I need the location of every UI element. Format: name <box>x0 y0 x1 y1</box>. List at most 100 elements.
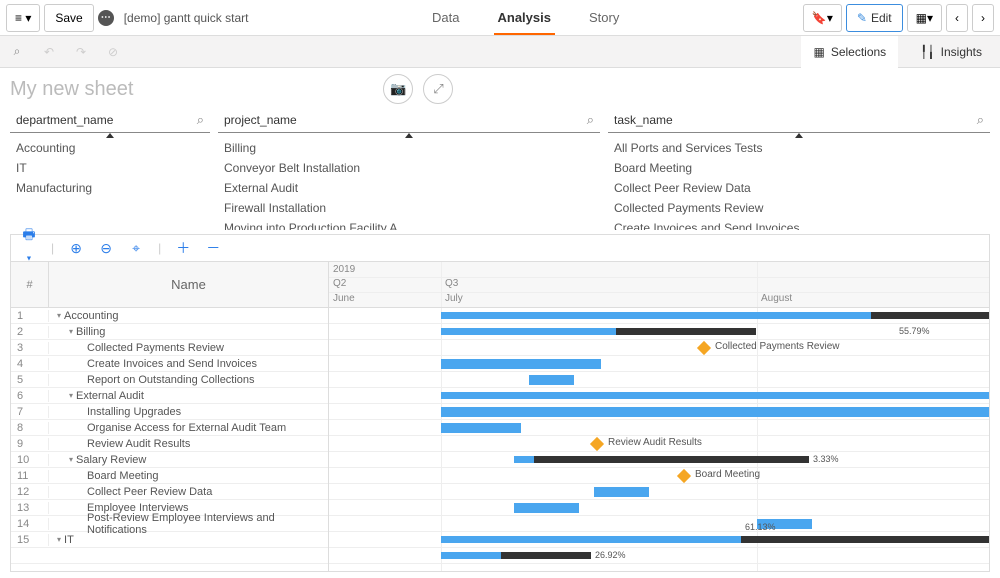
sheet-title[interactable]: My new sheet <box>10 78 133 101</box>
bookmark-button[interactable]: 🔖▾ <box>803 4 842 32</box>
table-row[interactable]: 1▾Accounting <box>11 308 328 324</box>
view-tabs: Data Analysis Story <box>428 0 623 35</box>
list-item[interactable]: Conveyor Belt Installation <box>218 158 600 178</box>
list-item[interactable]: Billing <box>218 138 600 158</box>
table-row[interactable]: 12Collect Peer Review Data <box>11 484 328 500</box>
zoom-fit-icon[interactable]: ⌖ <box>128 240 144 257</box>
row-num: 3 <box>11 342 49 354</box>
list-item[interactable]: Firewall Installation <box>218 198 600 218</box>
filter-task-header[interactable]: task_name ⌕ <box>608 108 990 133</box>
task-bar[interactable] <box>594 487 649 497</box>
timeline-q2: Q2 <box>329 278 346 289</box>
step-forward-icon[interactable]: ↷ <box>70 41 92 63</box>
table-row[interactable]: 9Review Audit Results <box>11 436 328 452</box>
tab-data[interactable]: Data <box>428 0 463 35</box>
caret-icon: ▾ <box>57 311 61 320</box>
edit-button[interactable]: ✎Edit <box>846 4 903 32</box>
list-item[interactable]: IT <box>10 158 210 178</box>
filters-row: department_name ⌕ Accounting IT Manufact… <box>10 108 990 230</box>
row-num: 7 <box>11 406 49 418</box>
row-name: Post-Review Employee Interviews and Noti… <box>49 512 328 536</box>
row-num: 5 <box>11 374 49 386</box>
step-back-icon[interactable]: ↶ <box>38 41 60 63</box>
milestone-icon <box>590 437 604 451</box>
table-row[interactable]: 10▾Salary Review <box>11 452 328 468</box>
zoom-in-icon[interactable]: ⊕ <box>68 240 84 257</box>
save-button[interactable]: Save <box>44 4 93 32</box>
row-name: ▾External Audit <box>49 390 328 402</box>
table-row[interactable]: 15▾IT <box>11 532 328 548</box>
task-bar[interactable] <box>529 375 574 385</box>
row-num: 15 <box>11 534 49 546</box>
list-item[interactable]: Board Meeting <box>608 158 990 178</box>
remove-icon[interactable]: － <box>205 238 221 258</box>
gantt-toolbar: 🖶 ▾ | ⊕ ⊖ ⌖ | ＋ － <box>10 234 990 262</box>
list-item[interactable]: Manufacturing <box>10 178 210 198</box>
list-item[interactable]: External Audit <box>218 178 600 198</box>
filter-department-header[interactable]: department_name ⌕ <box>10 108 210 133</box>
gantt-chart: # Name 1▾Accounting2▾Billing3Collected P… <box>10 262 990 572</box>
table-row[interactable]: 11Board Meeting <box>11 468 328 484</box>
row-num: 6 <box>11 390 49 402</box>
gantt-timeline[interactable]: 2019 Q2 Q3 June July August 5 <box>329 262 989 571</box>
list-item[interactable]: Create Invoices and Send Invoices <box>608 218 990 230</box>
row-name: Report on Outstanding Collections <box>49 374 328 386</box>
list-item[interactable]: All Ports and Services Tests <box>608 138 990 158</box>
row-num: 2 <box>11 326 49 338</box>
smart-search-icon[interactable]: ⌕ <box>6 41 28 63</box>
row-num: 1 <box>11 310 49 322</box>
search-icon[interactable]: ⌕ <box>197 112 204 128</box>
row-name: Create Invoices and Send Invoices <box>49 358 328 370</box>
clear-selections-icon[interactable]: ⊘ <box>102 41 124 63</box>
row-num: 10 <box>11 454 49 466</box>
tab-story[interactable]: Story <box>585 0 623 35</box>
grid-icon: ▦ <box>813 45 824 59</box>
filter-project-header[interactable]: project_name ⌕ <box>218 108 600 133</box>
next-sheet-button[interactable]: › <box>972 4 994 32</box>
table-row[interactable]: 4Create Invoices and Send Invoices <box>11 356 328 372</box>
task-bar[interactable] <box>441 423 521 433</box>
row-name: ▾IT <box>49 534 328 546</box>
gantt-grid: # Name 1▾Accounting2▾Billing3Collected P… <box>11 262 329 571</box>
table-row[interactable]: 2▾Billing <box>11 324 328 340</box>
table-row[interactable]: 14Post-Review Employee Interviews and No… <box>11 516 328 532</box>
row-name: ▾Salary Review <box>49 454 328 466</box>
row-name: Installing Upgrades <box>49 406 328 418</box>
row-num: 9 <box>11 438 49 450</box>
pencil-icon: ✎ <box>857 11 867 25</box>
search-icon[interactable]: ⌕ <box>977 112 984 128</box>
timeline-jun: June <box>329 293 355 304</box>
expand-button[interactable]: ⤢ <box>423 74 453 104</box>
insights-button[interactable]: ╿╽Insights <box>908 36 994 68</box>
timeline-jul: July <box>441 293 463 304</box>
top-toolbar: ≡ ▾ Save ⋯ [demo] gantt quick start Data… <box>0 0 1000 36</box>
table-row[interactable]: 3Collected Payments Review <box>11 340 328 356</box>
list-item[interactable]: Collect Peer Review Data <box>608 178 990 198</box>
sheet-header: My new sheet 📷 ⤢ <box>10 74 990 104</box>
snapshot-button[interactable]: 📷 <box>383 74 413 104</box>
row-num: 4 <box>11 358 49 370</box>
task-bar[interactable] <box>441 407 989 417</box>
selections-button[interactable]: ▦Selections <box>801 36 898 68</box>
col-header-name: Name <box>49 262 328 307</box>
add-icon[interactable]: ＋ <box>175 238 191 258</box>
sort-asc-icon <box>795 133 803 138</box>
table-row[interactable]: 5Report on Outstanding Collections <box>11 372 328 388</box>
task-bar[interactable] <box>441 359 601 369</box>
zoom-out-icon[interactable]: ⊖ <box>98 240 114 257</box>
table-row[interactable] <box>11 548 328 564</box>
tab-analysis[interactable]: Analysis <box>494 0 555 35</box>
sheets-button[interactable]: ▦▾ <box>907 4 942 32</box>
row-name: Organise Access for External Audit Team <box>49 422 328 434</box>
caret-icon: ▾ <box>57 535 61 544</box>
list-item[interactable]: Collected Payments Review <box>608 198 990 218</box>
table-row[interactable]: 7Installing Upgrades <box>11 404 328 420</box>
list-item[interactable]: Accounting <box>10 138 210 158</box>
list-item[interactable]: Moving into Production Facility A <box>218 218 600 230</box>
table-row[interactable]: 8Organise Access for External Audit Team <box>11 420 328 436</box>
menu-button[interactable]: ≡ ▾ <box>6 4 40 32</box>
search-icon[interactable]: ⌕ <box>587 112 594 128</box>
table-row[interactable]: 6▾External Audit <box>11 388 328 404</box>
prev-sheet-button[interactable]: ‹ <box>946 4 968 32</box>
task-bar[interactable] <box>514 503 579 513</box>
